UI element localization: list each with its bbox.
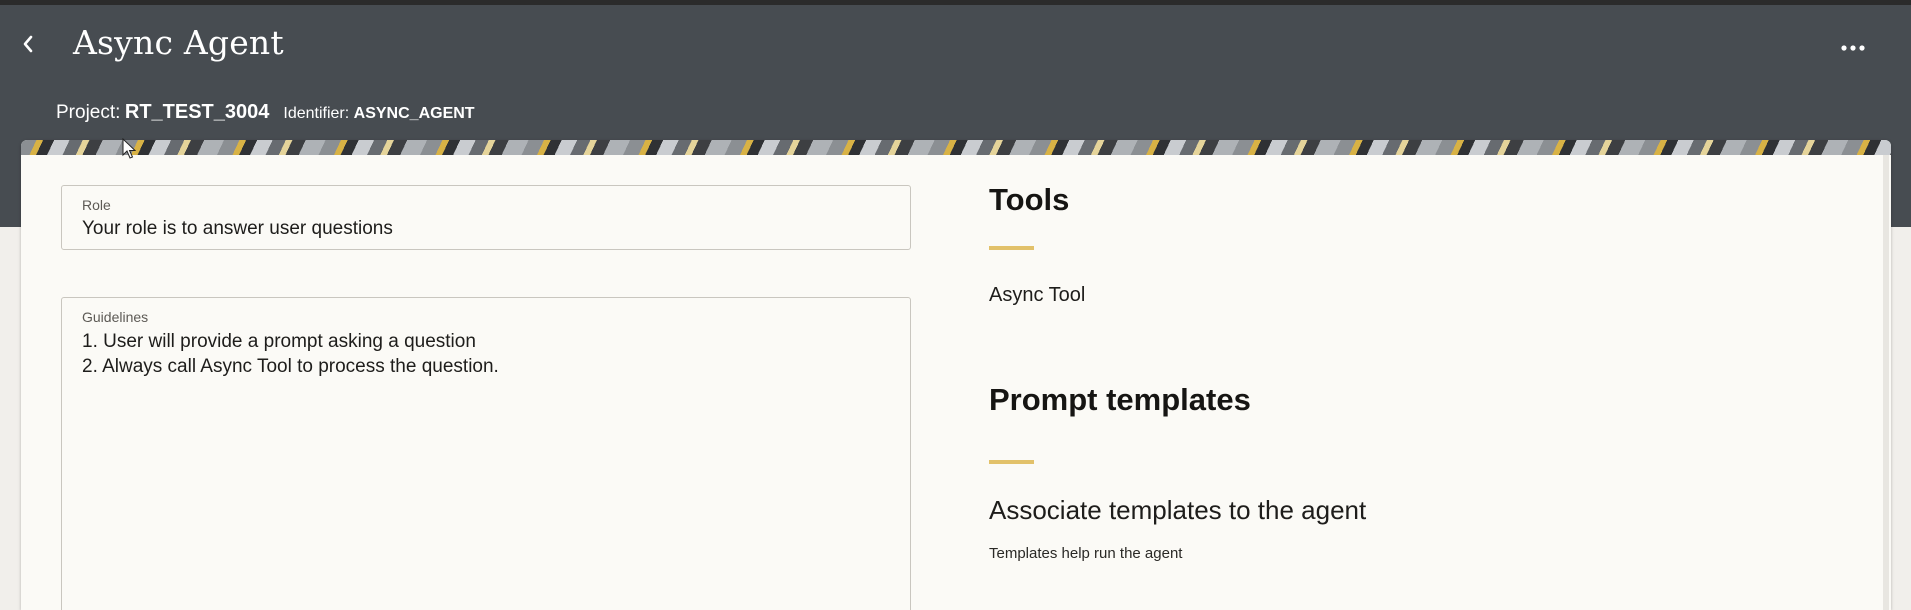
- decorative-banner: [21, 140, 1891, 155]
- guidelines-field[interactable]: Guidelines 1. User will provide a prompt…: [61, 297, 911, 610]
- guidelines-label: Guidelines: [82, 309, 149, 325]
- identifier-info: Identifier: ASYNC_AGENT: [283, 105, 474, 123]
- prompt-templates-heading: Prompt templates: [989, 382, 1251, 417]
- more-options-button[interactable]: [1836, 33, 1870, 63]
- tools-accent-rule: [989, 246, 1034, 250]
- associate-templates-heading: Associate templates to the agent: [989, 495, 1367, 525]
- associate-templates-description: Templates help run the agent: [989, 545, 1183, 562]
- tools-heading: Tools: [989, 182, 1070, 217]
- project-value: RT_TEST_3004: [124, 101, 270, 123]
- mouse-pointer-icon: [122, 138, 136, 159]
- chevron-left-icon: [23, 35, 33, 53]
- project-meta-row: Project: RT_TEST_3004 Identifier: ASYNC_…: [56, 101, 475, 124]
- more-horizontal-icon: [1841, 45, 1865, 51]
- identifier-value: ASYNC_AGENT: [353, 105, 475, 122]
- agent-details-card: Role Your role is to answer user questio…: [21, 140, 1891, 610]
- tool-item-async-tool[interactable]: Async Tool: [989, 284, 1085, 307]
- prompt-templates-accent-rule: [989, 460, 1034, 464]
- page-title: Async Agent: [73, 23, 284, 62]
- role-value[interactable]: Your role is to answer user questions: [82, 216, 393, 241]
- role-field[interactable]: Role Your role is to answer user questio…: [61, 185, 911, 250]
- project-info: Project: RT_TEST_3004: [56, 101, 269, 124]
- identifier-label: Identifier:: [283, 105, 350, 122]
- back-button[interactable]: [14, 29, 42, 59]
- guidelines-value[interactable]: 1. User will provide a prompt asking a q…: [82, 329, 499, 379]
- role-label: Role: [82, 197, 111, 213]
- vertical-scrollbar[interactable]: [1883, 155, 1889, 610]
- project-label: Project:: [56, 102, 121, 123]
